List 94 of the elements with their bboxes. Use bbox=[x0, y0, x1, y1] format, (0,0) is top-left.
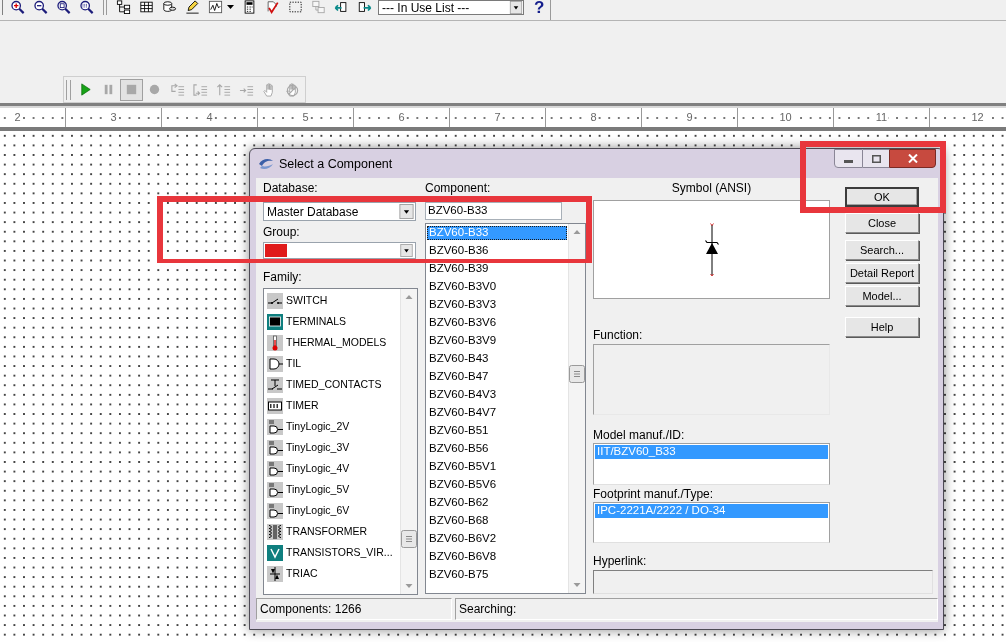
family-list-item[interactable]: THERMAL_MODELS bbox=[264, 332, 400, 353]
transistor-icon bbox=[267, 544, 283, 561]
ruler-number: 11 bbox=[874, 112, 889, 123]
contact-icon bbox=[267, 376, 283, 393]
group-icon bbox=[265, 244, 287, 257]
field-label: Component: bbox=[425, 181, 491, 196]
chip-icon bbox=[267, 397, 283, 414]
logic-gate-icon bbox=[267, 481, 283, 498]
component-list-item[interactable]: BZV60-B39 bbox=[427, 262, 567, 276]
component-list-item[interactable]: BZV60-B6V8 bbox=[427, 550, 567, 564]
list-dropdown[interactable]: --- In Use List --- bbox=[378, 0, 524, 15]
ruler-number: 4 bbox=[205, 112, 214, 123]
ruler-number: 8 bbox=[589, 112, 598, 123]
family-list-item[interactable]: SWITCH bbox=[264, 290, 400, 311]
field-label: Hyperlink: bbox=[593, 553, 647, 569]
triac-icon bbox=[267, 565, 283, 582]
family-list-item[interactable]: TIL bbox=[264, 353, 400, 374]
family-list-item[interactable]: TinyLogic_4V bbox=[264, 458, 400, 479]
database-dropdown[interactable]: Master Database bbox=[263, 202, 416, 221]
component-list-item[interactable]: BZV60-B36 bbox=[427, 244, 567, 258]
ruler-number: 10 bbox=[778, 112, 793, 123]
field-label: Group: bbox=[263, 224, 300, 240]
field-label: Model manuf./ID: bbox=[593, 427, 685, 443]
gate-icon bbox=[267, 355, 283, 372]
ruler-number: 9 bbox=[685, 112, 694, 123]
ruler-number: 2 bbox=[13, 112, 22, 123]
family-list-item[interactable]: TIMED_CONTACTS bbox=[264, 374, 400, 395]
help-button[interactable]: ? bbox=[534, 0, 545, 15]
logic-gate-icon bbox=[267, 460, 283, 477]
family-list-item[interactable]: TinyLogic_3V bbox=[264, 437, 400, 458]
component-list-item[interactable]: BZV60-B43 bbox=[427, 352, 567, 366]
zener-diode-icon bbox=[704, 223, 719, 277]
family-list-item[interactable]: TRANSISTORS_VIR... bbox=[264, 542, 400, 563]
ruler-number: 12 bbox=[970, 112, 985, 123]
family-list-item[interactable]: TRANSFORMER bbox=[264, 521, 400, 542]
caret-icon bbox=[227, 5, 234, 9]
terminal-icon bbox=[267, 313, 283, 330]
dialog-button[interactable]: Detail Report bbox=[845, 263, 919, 283]
app-logo-icon bbox=[258, 157, 274, 171]
family-list-item[interactable]: TIMER bbox=[264, 395, 400, 416]
logic-gate-icon bbox=[267, 502, 283, 519]
close-window-button[interactable] bbox=[889, 149, 936, 168]
thermometer-icon bbox=[267, 334, 283, 351]
field-label: Footprint manuf./Type: bbox=[593, 486, 714, 502]
status-bar-pane: Components: 1266 bbox=[256, 598, 452, 620]
window-title: Select a Component bbox=[279, 156, 393, 172]
family-list-item[interactable]: TRIAC bbox=[264, 563, 400, 584]
component-field[interactable]: BZV60-B33 bbox=[425, 202, 562, 220]
dialog-button[interactable]: OK bbox=[845, 187, 919, 207]
dialog-button[interactable]: Close bbox=[845, 213, 919, 233]
component-list-item[interactable]: BZV60-B3V0 bbox=[427, 280, 567, 294]
maximize-icon bbox=[871, 154, 881, 163]
field-label: Symbol (ANSI) bbox=[671, 181, 752, 196]
ruler-number: 5 bbox=[301, 112, 310, 123]
transformer-icon bbox=[267, 523, 283, 540]
ruler-number: 6 bbox=[397, 112, 406, 123]
component-list-item[interactable]: BZV60-B3V3 bbox=[427, 298, 567, 312]
field-label: Family: bbox=[263, 269, 302, 285]
component-list-item[interactable]: BZV60-B3V9 bbox=[427, 334, 567, 348]
dialog-button[interactable]: Help bbox=[845, 317, 919, 337]
family-list-item[interactable]: TinyLogic_2V bbox=[264, 416, 400, 437]
scrollbar-thumb[interactable] bbox=[401, 530, 417, 548]
ruler-number: 7 bbox=[493, 112, 502, 123]
scrollbar-thumb[interactable] bbox=[569, 365, 585, 383]
component-list-item[interactable]: BZV60-B6V2 bbox=[427, 532, 567, 546]
component-list-item[interactable]: BZV60-B56 bbox=[427, 442, 567, 456]
minimize-icon bbox=[844, 160, 853, 163]
component-list-item[interactable]: BZV60-B51 bbox=[427, 424, 567, 438]
component-list-item[interactable]: BZV60-B3V6 bbox=[427, 316, 567, 330]
logic-gate-icon bbox=[267, 418, 283, 435]
component-list-item[interactable]: BZV60-B62 bbox=[427, 496, 567, 510]
logic-gate-icon bbox=[267, 439, 283, 456]
dialog-button[interactable]: Search... bbox=[845, 240, 919, 260]
component-list-item[interactable]: BZV60-B47 bbox=[427, 370, 567, 384]
maximize-button[interactable] bbox=[863, 149, 889, 168]
close-icon bbox=[907, 154, 918, 163]
switch-icon bbox=[267, 292, 283, 309]
component-list-item[interactable]: BZV60-B4V3 bbox=[427, 388, 567, 402]
family-list-item[interactable]: TinyLogic_5V bbox=[264, 479, 400, 500]
component-list-item[interactable]: BZV60-B5V6 bbox=[427, 478, 567, 492]
family-list-item[interactable]: TERMINALS bbox=[264, 311, 400, 332]
component-list-item[interactable]: BZV60-B5V1 bbox=[427, 460, 567, 474]
component-list-item[interactable]: BZV60-B4V7 bbox=[427, 406, 567, 420]
ruler-number: 3 bbox=[109, 112, 118, 123]
group-dropdown[interactable] bbox=[263, 242, 416, 259]
minimize-button[interactable] bbox=[834, 149, 863, 168]
status-bar-pane: Searching: bbox=[455, 598, 938, 620]
component-list-item[interactable]: BZV60-B68 bbox=[427, 514, 567, 528]
hyperlink-field[interactable] bbox=[593, 570, 933, 594]
component-list-item[interactable]: BZV60-B75 bbox=[427, 568, 567, 582]
field-label: Database: bbox=[263, 181, 318, 196]
family-list-item[interactable]: TinyLogic_6V bbox=[264, 500, 400, 521]
field-label: Function: bbox=[593, 327, 643, 343]
dialog-button[interactable]: Model... bbox=[845, 286, 919, 306]
